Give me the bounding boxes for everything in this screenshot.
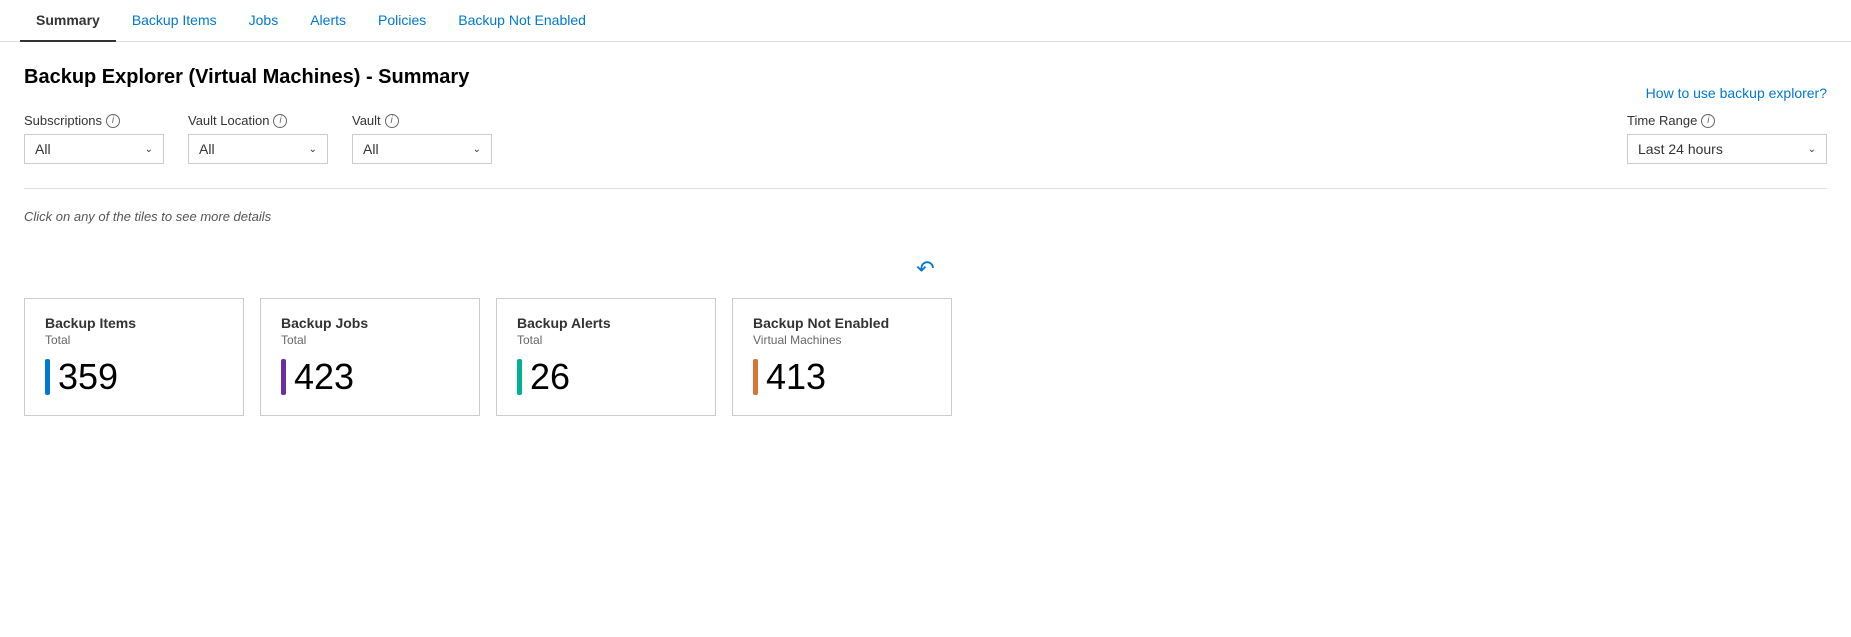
page-title: Backup Explorer (Virtual Machines) - Sum… [24,66,1827,89]
card-backup-not-enabled[interactable]: Backup Not Enabled Virtual Machines 413 [732,298,952,416]
card-backup-jobs[interactable]: Backup Jobs Total 423 [260,298,480,416]
instruction-text: Click on any of the tiles to see more de… [24,209,1827,224]
vault-info-icon[interactable]: i [385,114,399,128]
subscriptions-info-icon[interactable]: i [106,114,120,128]
card-bar [753,359,758,395]
subscriptions-label: Subscriptions i [24,113,164,128]
tabs-nav: Summary Backup Items Jobs Alerts Policie… [0,0,1851,42]
vault-filter: Vault i All ⌄ [352,113,492,164]
subscriptions-filter: Subscriptions i All ⌄ [24,113,164,164]
vault-location-chevron-icon: ⌄ [309,144,317,155]
tab-backup-not-enabled[interactable]: Backup Not Enabled [442,0,602,42]
vault-location-value: All [199,141,215,157]
tab-backup-items[interactable]: Backup Items [116,0,233,42]
time-range-label: Time Range i [1627,113,1827,128]
refresh-area: ↶ [24,256,1827,282]
card-backup-alerts[interactable]: Backup Alerts Total 26 [496,298,716,416]
main-content: Backup Explorer (Virtual Machines) - Sum… [0,42,1851,440]
time-range-value: Last 24 hours [1638,141,1723,157]
cards-row: Backup Items Total 359 Backup Jobs Total… [24,298,1827,416]
vault-label: Vault i [352,113,492,128]
card-number: 359 [58,359,118,395]
card-subtitle: Virtual Machines [753,333,931,347]
card-value-row: 359 [45,359,223,395]
tab-policies[interactable]: Policies [362,0,442,42]
subscriptions-dropdown[interactable]: All ⌄ [24,134,164,164]
card-number: 423 [294,359,354,395]
refresh-icon[interactable]: ↶ [916,256,934,282]
card-backup-items[interactable]: Backup Items Total 359 [24,298,244,416]
card-value-row: 26 [517,359,695,395]
card-title: Backup Not Enabled [753,315,931,331]
card-title: Backup Items [45,315,223,331]
time-range-chevron-icon: ⌄ [1808,144,1816,155]
card-title: Backup Jobs [281,315,459,331]
time-range-filter: Time Range i Last 24 hours ⌄ [1627,113,1827,164]
vault-dropdown[interactable]: All ⌄ [352,134,492,164]
vault-location-filter: Vault Location i All ⌄ [188,113,328,164]
vault-value: All [363,141,379,157]
time-range-dropdown[interactable]: Last 24 hours ⌄ [1627,134,1827,164]
vault-chevron-icon: ⌄ [473,144,481,155]
tab-jobs[interactable]: Jobs [233,0,295,42]
card-bar [45,359,50,395]
subscriptions-chevron-icon: ⌄ [145,144,153,155]
divider [24,188,1827,189]
card-title: Backup Alerts [517,315,695,331]
vault-location-label: Vault Location i [188,113,328,128]
card-subtitle: Total [281,333,459,347]
card-value-row: 423 [281,359,459,395]
vault-location-dropdown[interactable]: All ⌄ [188,134,328,164]
card-number: 413 [766,359,826,395]
subscriptions-value: All [35,141,51,157]
card-bar [517,359,522,395]
tab-summary[interactable]: Summary [20,0,116,42]
time-range-info-icon[interactable]: i [1701,114,1715,128]
card-value-row: 413 [753,359,931,395]
filters-row: Subscriptions i All ⌄ Vault Location i A… [24,113,1827,164]
tab-alerts[interactable]: Alerts [294,0,362,42]
help-link[interactable]: How to use backup explorer? [1646,85,1827,101]
card-number: 26 [530,359,570,395]
card-subtitle: Total [517,333,695,347]
card-bar [281,359,286,395]
vault-location-info-icon[interactable]: i [273,114,287,128]
card-subtitle: Total [45,333,223,347]
